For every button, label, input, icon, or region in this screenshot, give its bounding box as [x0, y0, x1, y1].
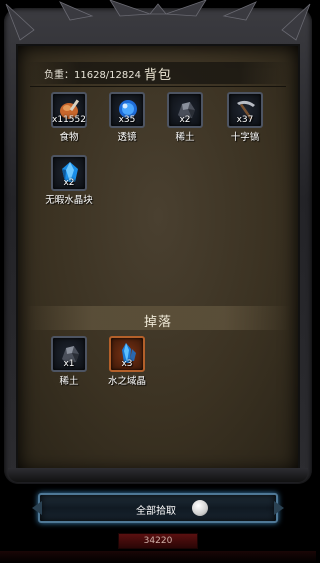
status-value: 34220	[143, 536, 173, 546]
backpack-title: 背包	[144, 68, 173, 83]
drops-title: 掉落	[143, 315, 172, 330]
item-name: 无暇水晶块	[45, 195, 93, 206]
pickup-all-label: 全部拾取	[136, 506, 176, 517]
item-name: 十字镐	[230, 132, 260, 143]
item-slot: x37	[227, 92, 263, 128]
item-slot: x11552	[51, 92, 87, 128]
backpack-item-pickaxe[interactable]: x37 十字镐	[222, 92, 268, 143]
item-quantity: x2	[63, 178, 75, 188]
item-quantity: x2	[179, 115, 191, 125]
item-slot: x1	[51, 336, 87, 372]
divider	[30, 86, 286, 87]
toggle-knob-icon[interactable]	[192, 500, 208, 516]
item-quantity: x37	[236, 115, 254, 125]
status-bar: 34220	[118, 533, 198, 549]
item-quantity: x1	[63, 359, 75, 369]
backpack-item-flawless-crystal[interactable]: x2 无暇水晶块	[45, 155, 93, 206]
item-slot: x2	[167, 92, 203, 128]
item-quantity: x3	[121, 359, 133, 369]
drop-item-water-crystal[interactable]: x3 水之域晶	[104, 336, 150, 387]
button-cap-right	[274, 501, 284, 515]
item-quantity: x11552	[52, 115, 86, 125]
bottom-strip	[0, 551, 316, 563]
frame-base	[8, 468, 308, 482]
item-quantity: x35	[118, 115, 136, 125]
item-slot: x35	[109, 92, 145, 128]
weight-label: 负重：11628/12824	[44, 70, 141, 81]
pickup-all-button[interactable]: 全部拾取	[32, 493, 284, 523]
drops-header: 掉落	[26, 306, 290, 330]
button-cap-left	[32, 501, 42, 515]
item-name: 水之域晶	[107, 376, 146, 387]
item-slot: x2	[51, 155, 87, 191]
item-slot: x3	[109, 336, 145, 372]
